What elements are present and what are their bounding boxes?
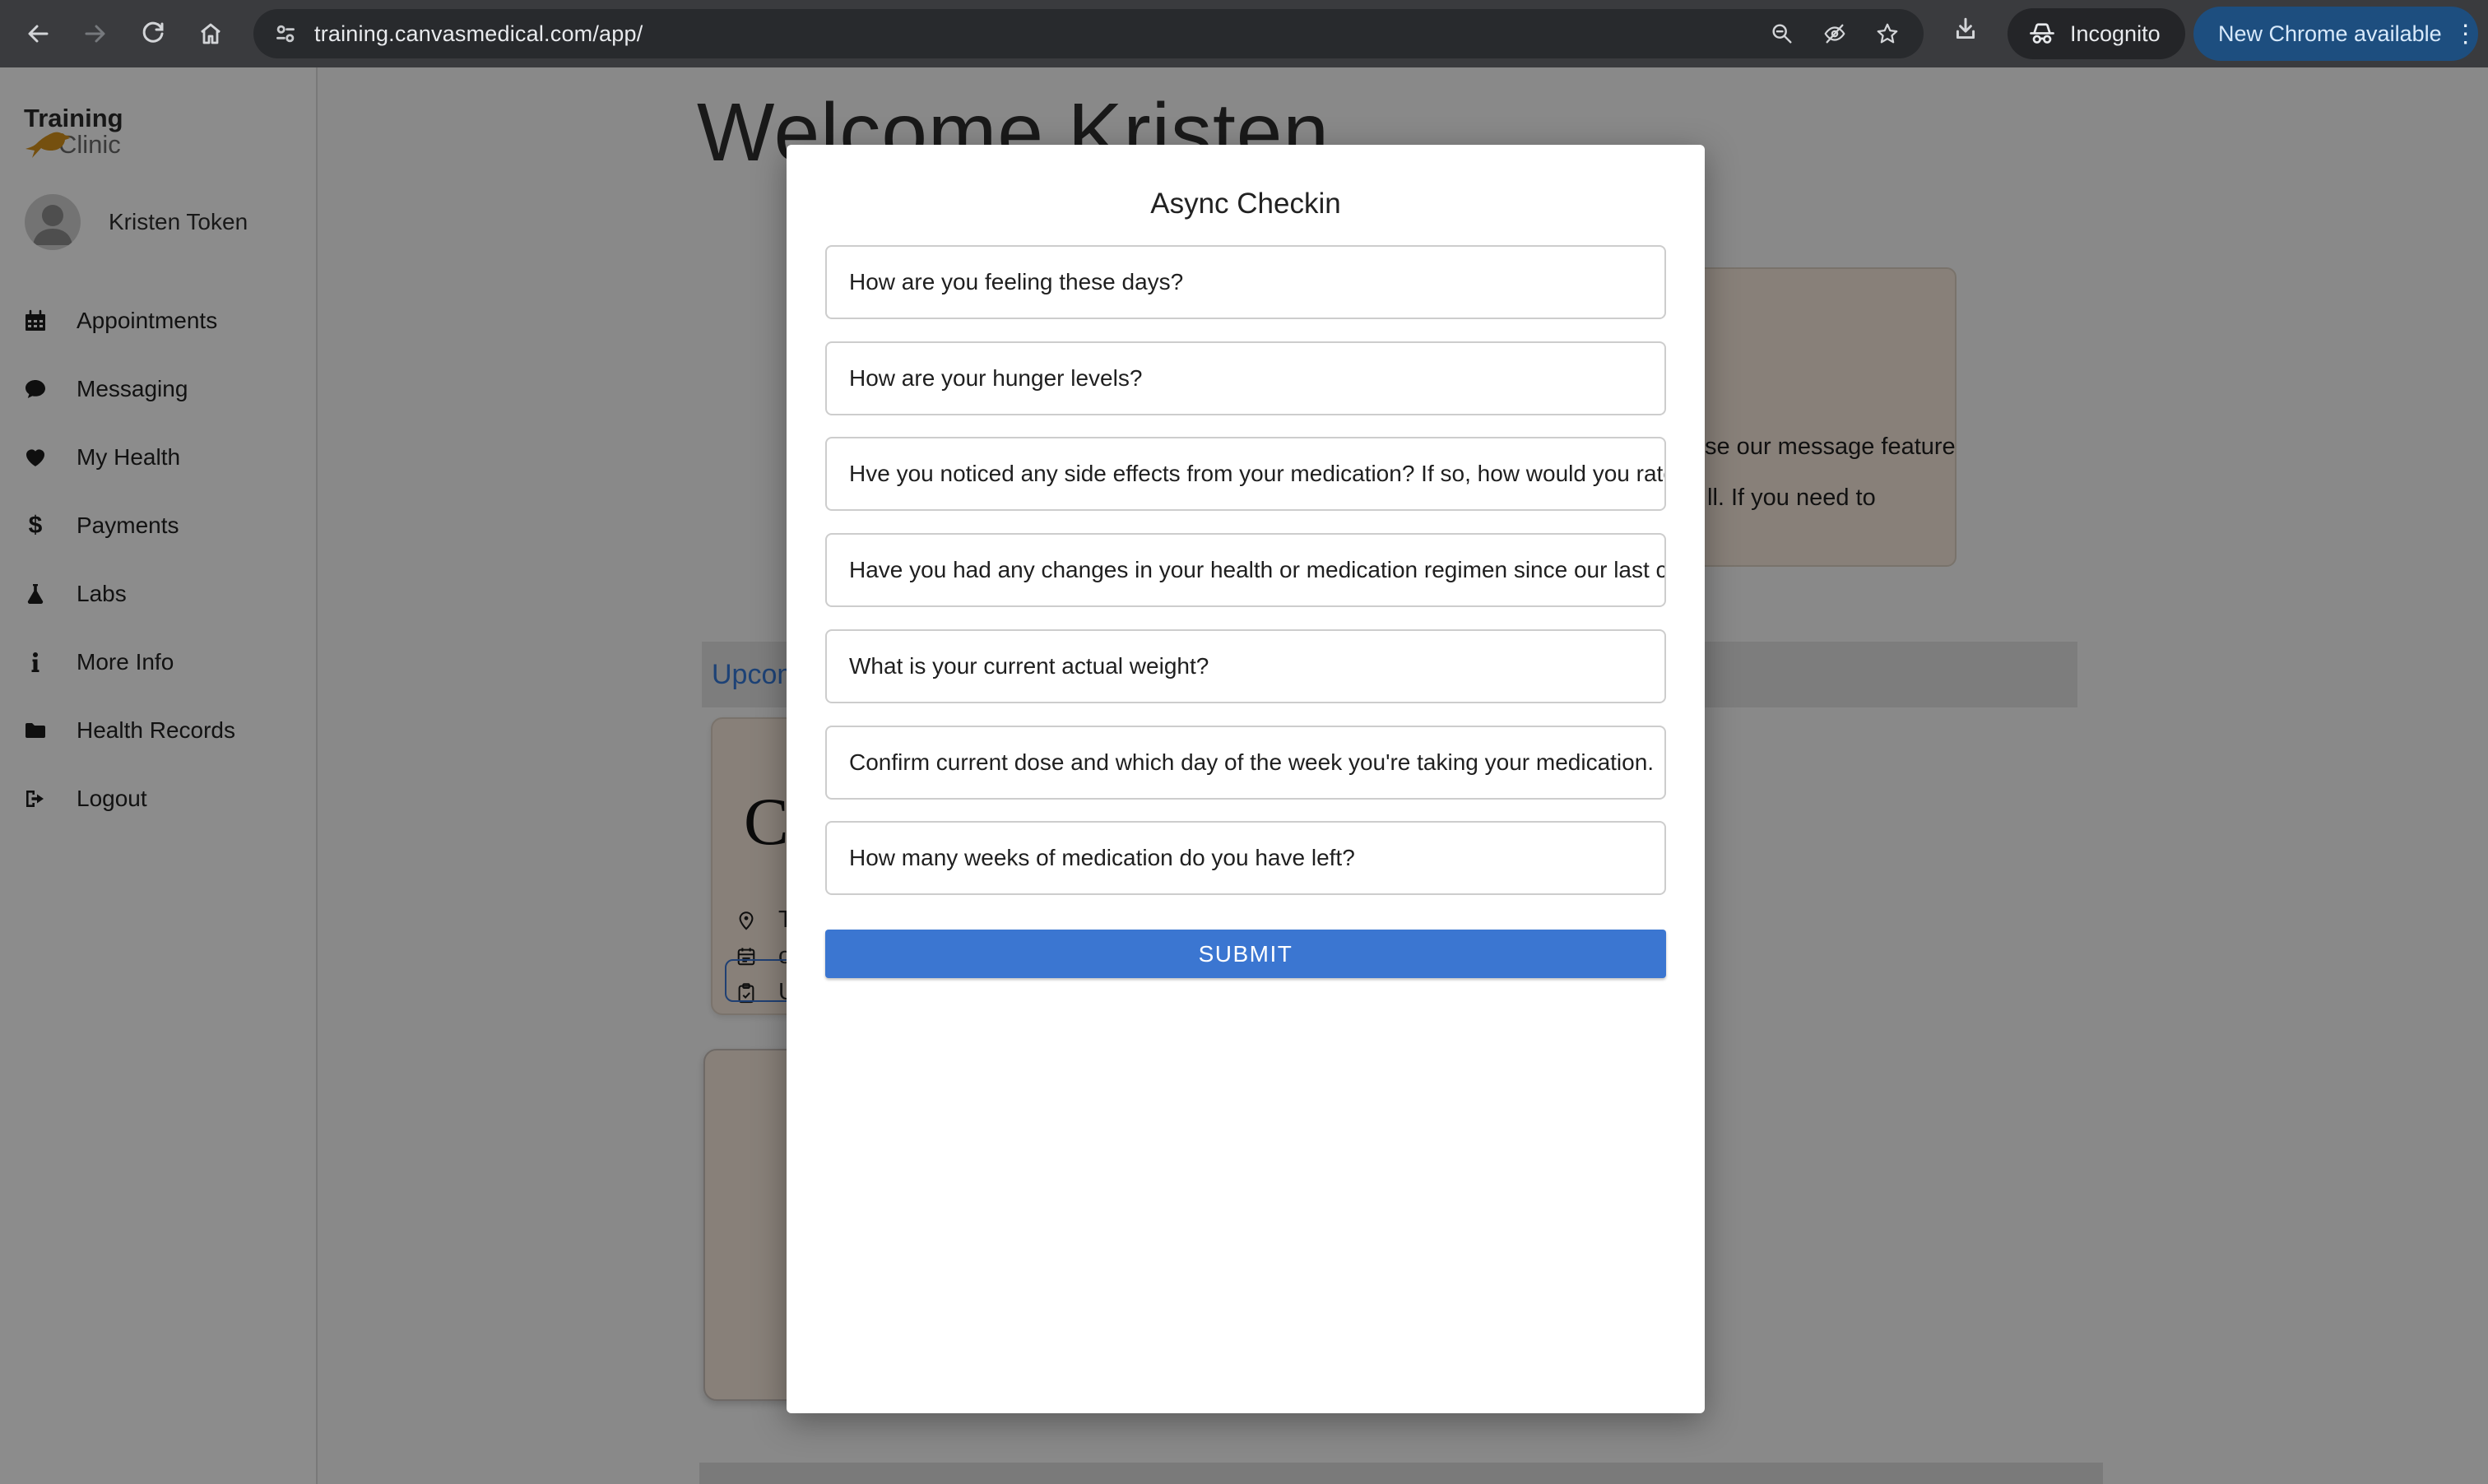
screen: training.canvasmedical.com/app/ Incognit… [0, 0, 2488, 1484]
incognito-icon [2027, 19, 2057, 49]
incognito-label: Incognito [2070, 21, 2161, 47]
async-checkin-modal: Async Checkin How are you feeling these … [787, 145, 1705, 1413]
question-field-4[interactable]: Have you had any changes in your health … [825, 533, 1666, 607]
question-field-3[interactable]: Hve you noticed any side effects from yo… [825, 437, 1666, 511]
reload-icon[interactable] [135, 16, 171, 52]
question-text: Confirm current dose and which day of th… [849, 749, 1654, 776]
question-field-5[interactable]: What is your current actual weight? [825, 629, 1666, 703]
back-icon[interactable] [20, 16, 56, 52]
submit-button[interactable]: SUBMIT [825, 930, 1666, 978]
download-icon[interactable] [1952, 16, 1988, 52]
question-text: How are your hunger levels? [849, 365, 1142, 392]
question-text: Hve you noticed any side effects from yo… [849, 461, 1664, 487]
chrome-update-button[interactable]: New Chrome available ⋮ [2193, 7, 2478, 61]
url-text[interactable]: training.canvasmedical.com/app/ [314, 21, 1767, 47]
question-field-1[interactable]: How are you feeling these days? [825, 245, 1666, 319]
question-text: How are you feeling these days? [849, 269, 1183, 295]
site-settings-icon[interactable] [272, 20, 299, 48]
question-field-6[interactable]: Confirm current dose and which day of th… [825, 726, 1666, 800]
bookmark-star-icon[interactable] [1873, 19, 1902, 49]
question-text: How many weeks of medication do you have… [849, 845, 1355, 871]
incognito-badge[interactable]: Incognito [2008, 8, 2185, 59]
question-text: What is your current actual weight? [849, 653, 1209, 679]
eye-off-icon[interactable] [1820, 19, 1850, 49]
question-field-2[interactable]: How are your hunger levels? [825, 341, 1666, 415]
home-icon[interactable] [193, 16, 229, 52]
chrome-update-label: New Chrome available [2218, 21, 2442, 47]
modal-title: Async Checkin [787, 188, 1705, 220]
url-bar[interactable]: training.canvasmedical.com/app/ [253, 9, 1924, 58]
zoom-out-icon[interactable] [1767, 19, 1797, 49]
question-text: Have you had any changes in your health … [849, 557, 1664, 583]
question-field-7[interactable]: How many weeks of medication do you have… [825, 821, 1666, 895]
forward-icon[interactable] [77, 16, 114, 52]
browser-toolbar: training.canvasmedical.com/app/ Incognit… [0, 0, 2488, 67]
browser-menu-icon[interactable]: ⋮ [2453, 20, 2478, 49]
